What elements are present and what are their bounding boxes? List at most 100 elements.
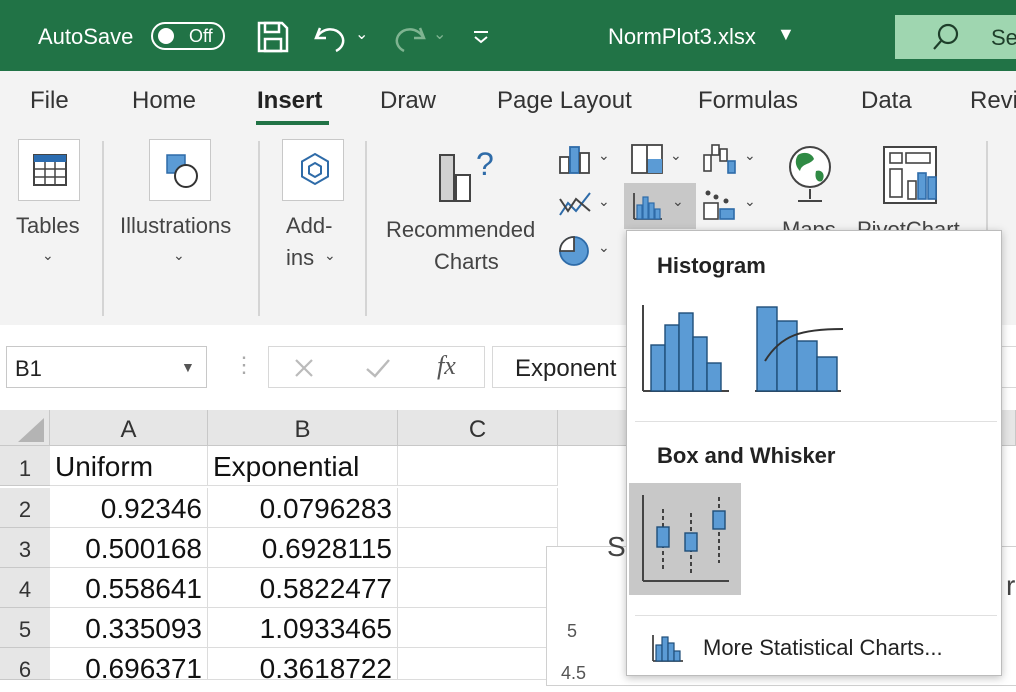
cancel-icon[interactable]	[293, 357, 315, 379]
tab-review[interactable]: Revi	[970, 87, 1016, 115]
tab-page-layout[interactable]: Page Layout	[497, 87, 632, 115]
addins-label: Add-	[286, 213, 333, 238]
recommended-charts-icon[interactable]: ?	[436, 145, 500, 209]
column-chart-icon[interactable]	[558, 143, 592, 175]
cell-a5[interactable]: 0.335093	[50, 608, 208, 648]
enter-icon[interactable]	[365, 357, 391, 379]
cell-c4[interactable]	[398, 568, 558, 608]
addins-chevron-icon[interactable]: ⌄	[324, 247, 336, 264]
column-header-b[interactable]: B	[208, 410, 398, 446]
cell-c2[interactable]	[398, 488, 558, 528]
tab-home[interactable]: Home	[132, 87, 196, 115]
customize-toolbar-icon[interactable]	[470, 26, 492, 48]
cell-b4[interactable]: 0.5822477	[208, 568, 398, 608]
cell-a3[interactable]: 0.500168	[50, 528, 208, 568]
cell-c3[interactable]	[398, 528, 558, 568]
autosave-toggle[interactable]: Off	[151, 22, 225, 50]
cell-a1[interactable]: Uniform	[50, 446, 208, 486]
cell-a6[interactable]: 0.696371	[50, 648, 208, 680]
tables-button[interactable]	[18, 139, 80, 201]
more-charts-icon	[652, 635, 683, 662]
filename-dropdown-icon[interactable]: ▼	[777, 24, 795, 45]
hierarchy-chart-chevron-icon[interactable]: ⌄	[670, 147, 682, 164]
tab-file[interactable]: File	[30, 87, 69, 115]
formula-value: Exponent	[515, 355, 617, 382]
row-header[interactable]: 1	[0, 446, 50, 486]
select-all-icon	[18, 418, 44, 442]
tables-chevron-icon[interactable]: ⌄	[42, 247, 54, 264]
y-tick-label: 4.5	[561, 663, 587, 683]
tab-formulas[interactable]: Formulas	[698, 87, 798, 115]
cell-b5[interactable]: 1.0933465	[208, 608, 398, 648]
cell-c5[interactable]	[398, 608, 558, 648]
addins-button[interactable]	[282, 139, 344, 201]
tab-data[interactable]: Data	[861, 87, 912, 115]
redo-chevron-icon: ⌄	[433, 26, 447, 43]
cell-a4[interactable]: 0.558641	[50, 568, 208, 608]
row-header[interactable]: 3	[0, 528, 50, 568]
statistic-chart-gallery: Histogram Box and Whisker More Statistic…	[626, 230, 1002, 676]
line-chart-icon[interactable]	[558, 189, 592, 221]
name-box-dropdown-icon[interactable]: ▼	[181, 359, 195, 375]
row-header[interactable]: 5	[0, 608, 50, 648]
histogram-chart-icon[interactable]	[639, 301, 733, 395]
pareto-chart-icon[interactable]	[751, 301, 845, 395]
cell-a2[interactable]: 0.92346	[50, 488, 208, 528]
waterfall-chart-chevron-icon[interactable]: ⌄	[744, 147, 756, 164]
globe-icon[interactable]	[784, 143, 836, 205]
row-header[interactable]: 2	[0, 488, 50, 528]
statistic-chart-button[interactable]: ⌄	[624, 183, 696, 229]
tab-draw[interactable]: Draw	[380, 87, 436, 115]
cell-c1[interactable]	[398, 446, 558, 486]
gallery-separator	[635, 615, 997, 616]
hierarchy-chart-icon[interactable]	[630, 143, 664, 175]
addins-icon	[301, 152, 329, 186]
scatter-chart-icon[interactable]	[702, 187, 738, 223]
save-icon[interactable]	[256, 20, 290, 54]
column-chart-chevron-icon[interactable]: ⌄	[598, 147, 610, 164]
row-header[interactable]: 4	[0, 568, 50, 608]
select-all-button[interactable]	[0, 410, 50, 446]
column-header-c[interactable]: C	[398, 410, 558, 446]
box-whisker-chart-option[interactable]	[629, 483, 741, 595]
cell-b1[interactable]: Exponential	[208, 446, 398, 486]
cell-c6[interactable]	[398, 648, 558, 680]
ribbon-separator	[102, 141, 104, 316]
chart-title-fragment: S	[607, 531, 626, 562]
name-box-value: B1	[15, 356, 42, 381]
box-whisker-icon	[642, 495, 729, 582]
cell-b3[interactable]: 0.6928115	[208, 528, 398, 568]
illustrations-chevron-icon[interactable]: ⌄	[173, 247, 185, 264]
histogram-icon	[633, 193, 662, 220]
undo-icon[interactable]	[312, 18, 348, 54]
row-header[interactable]: 6	[0, 648, 50, 682]
redo-icon	[395, 27, 426, 53]
table-icon	[33, 154, 67, 186]
box-whisker-header: Box and Whisker	[657, 443, 836, 468]
more-statistical-charts-link[interactable]: More Statistical Charts...	[647, 627, 987, 667]
name-box[interactable]: B1 ▼	[6, 346, 207, 388]
search-box[interactable]: Se	[895, 15, 1016, 59]
pie-chart-icon[interactable]	[558, 233, 592, 267]
document-title[interactable]: NormPlot3.xlsx	[608, 24, 756, 50]
formula-bar-grip-icon[interactable]: ⋮	[233, 352, 255, 378]
waterfall-chart-icon[interactable]	[702, 141, 738, 177]
pivotchart-icon[interactable]	[882, 145, 946, 207]
undo-chevron-icon[interactable]: ⌄	[355, 24, 368, 44]
title-bar: AutoSave Off ⌄ ⌄ NormPlot3.xlsx ▼ Se	[0, 0, 1016, 71]
insert-function-icon[interactable]: fx	[437, 351, 456, 381]
column-header-a[interactable]: A	[50, 410, 208, 446]
search-icon	[933, 23, 959, 50]
toggle-knob	[158, 28, 174, 44]
tab-insert[interactable]: Insert	[257, 87, 322, 115]
ribbon-tabs: File Home Insert Draw Page Layout Formul…	[0, 71, 1016, 129]
statistic-chart-chevron-icon: ⌄	[672, 193, 684, 209]
cell-b6[interactable]: 0.3618722	[208, 648, 398, 680]
line-chart-chevron-icon[interactable]: ⌄	[598, 193, 610, 210]
cell-b2[interactable]: 0.0796283	[208, 488, 398, 528]
scatter-chart-chevron-icon[interactable]: ⌄	[744, 193, 756, 210]
recommended-charts-label: Recommended	[386, 217, 536, 242]
y-tick-label: 5	[567, 621, 578, 641]
illustrations-button[interactable]	[149, 139, 211, 201]
pie-chart-chevron-icon[interactable]: ⌄	[598, 239, 610, 256]
